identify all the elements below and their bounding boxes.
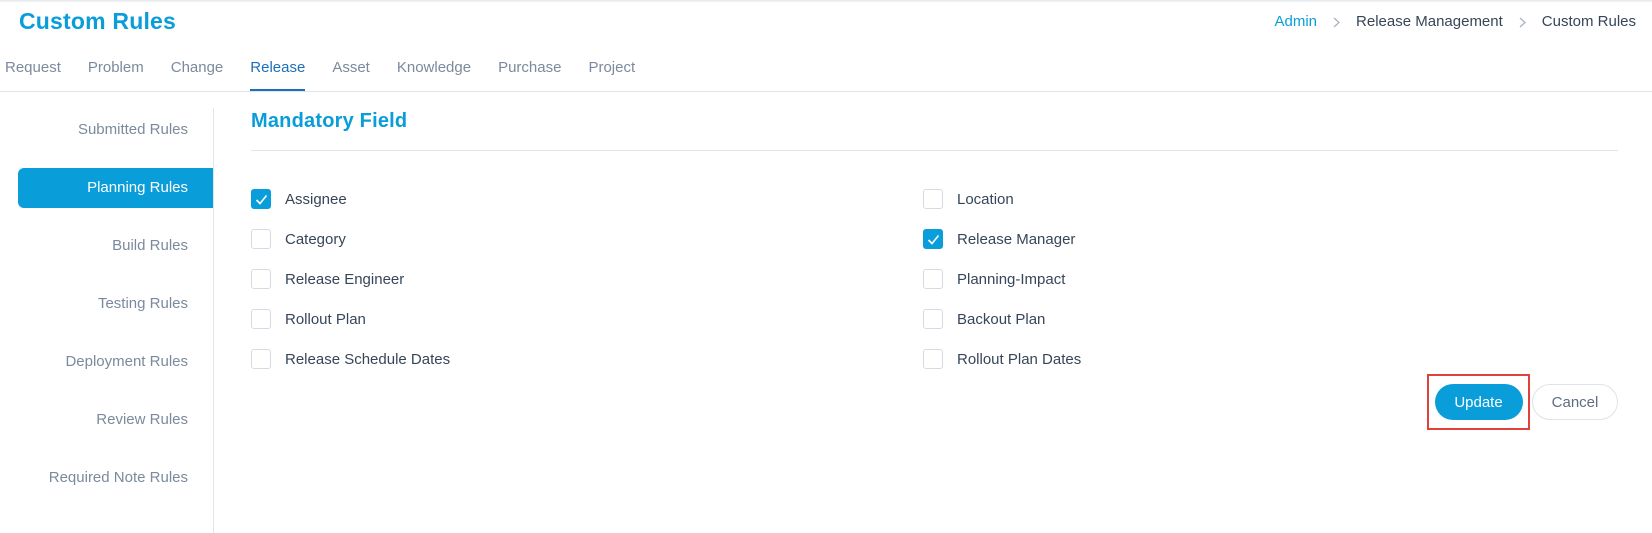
field-assignee[interactable]: Assignee	[251, 179, 450, 219]
checkbox-release-engineer[interactable]	[251, 269, 271, 289]
chevron-right-icon	[1519, 17, 1526, 28]
sidebar-item-review-rules[interactable]: Review Rules	[18, 400, 214, 440]
breadcrumb-release-management[interactable]: Release Management	[1356, 13, 1503, 30]
breadcrumb-custom-rules: Custom Rules	[1541, 13, 1636, 30]
check-icon	[927, 234, 939, 245]
field-release-schedule-dates[interactable]: Release Schedule Dates	[251, 339, 450, 379]
field-rollout-plan[interactable]: Rollout Plan	[251, 299, 450, 339]
cancel-button[interactable]: Cancel	[1532, 384, 1618, 420]
field-label: Rollout Plan Dates	[957, 350, 1082, 368]
checkbox-category[interactable]	[251, 229, 271, 249]
sidebar-item-submitted-rules[interactable]: Submitted Rules	[18, 110, 214, 150]
breadcrumb-admin[interactable]: Admin	[1275, 13, 1318, 30]
field-label: Release Engineer	[285, 270, 405, 288]
checkbox-rollout-plan-dates[interactable]	[923, 349, 943, 369]
checkbox-assignee[interactable]	[251, 189, 271, 209]
form-actions: Update Cancel	[1427, 374, 1618, 430]
sidebar-item-required-note-rules[interactable]: Required Note Rules	[18, 458, 214, 498]
field-release-engineer[interactable]: Release Engineer	[251, 259, 450, 299]
tab-release[interactable]: Release	[250, 58, 306, 92]
field-release-manager[interactable]: Release Manager	[923, 219, 1081, 259]
checkbox-release-manager[interactable]	[923, 229, 943, 249]
field-category[interactable]: Category	[251, 219, 450, 259]
update-highlight-box: Update	[1427, 374, 1530, 430]
tab-request[interactable]: Request	[5, 58, 61, 92]
sidebar-item-deployment-rules[interactable]: Deployment Rules	[18, 342, 214, 382]
section-title: Mandatory Field	[251, 110, 408, 132]
breadcrumb: Admin Release Management Custom Rules	[1275, 13, 1637, 30]
tab-problem[interactable]: Problem	[88, 58, 144, 92]
top-shadow	[0, 0, 1652, 3]
chevron-right-icon	[1333, 17, 1341, 28]
rules-sidebar: Submitted Rules Planning Rules Build Rul…	[0, 110, 214, 516]
field-label: Location	[957, 190, 1014, 208]
sidebar-item-planning-rules[interactable]: Planning Rules	[18, 168, 214, 208]
field-label: Rollout Plan	[285, 310, 366, 328]
sidebar-item-build-rules[interactable]: Build Rules	[18, 226, 214, 266]
field-planning-impact[interactable]: Planning-Impact	[923, 259, 1081, 299]
checkbox-planning-impact[interactable]	[923, 269, 943, 289]
checkbox-release-schedule-dates[interactable]	[251, 349, 271, 369]
tab-asset[interactable]: Asset	[332, 58, 370, 92]
section-divider	[251, 150, 1618, 151]
tab-purchase[interactable]: Purchase	[498, 58, 561, 92]
field-label: Backout Plan	[957, 310, 1046, 328]
tab-change[interactable]: Change	[171, 58, 224, 92]
tab-knowledge[interactable]: Knowledge	[397, 58, 471, 92]
field-label: Category	[285, 230, 346, 248]
fields-column-right: Location Release Manager Planning-Impact…	[923, 179, 1081, 379]
field-label: Planning-Impact	[957, 270, 1066, 288]
field-rollout-plan-dates[interactable]: Rollout Plan Dates	[923, 339, 1081, 379]
module-tabs: Request Problem Change Release Asset Kno…	[5, 58, 662, 92]
field-backout-plan[interactable]: Backout Plan	[923, 299, 1081, 339]
field-label: Release Manager	[957, 230, 1076, 248]
sidebar-item-testing-rules[interactable]: Testing Rules	[18, 284, 214, 324]
checkbox-backout-plan[interactable]	[923, 309, 943, 329]
checkbox-rollout-plan[interactable]	[251, 309, 271, 329]
field-location[interactable]: Location	[923, 179, 1081, 219]
fields-column-left: Assignee Category Release Engineer Rollo…	[251, 179, 450, 379]
checkbox-location[interactable]	[923, 189, 943, 209]
tabs-divider	[0, 91, 1652, 92]
field-label: Release Schedule Dates	[285, 350, 451, 368]
mandatory-field-panel: Mandatory Field Assignee Category Releas…	[251, 110, 1618, 430]
page-title: Custom Rules	[19, 8, 177, 34]
field-label: Assignee	[285, 190, 347, 208]
update-button[interactable]: Update	[1434, 384, 1523, 420]
check-icon	[255, 194, 267, 205]
sidebar-divider	[213, 108, 214, 533]
tab-project[interactable]: Project	[588, 58, 635, 92]
